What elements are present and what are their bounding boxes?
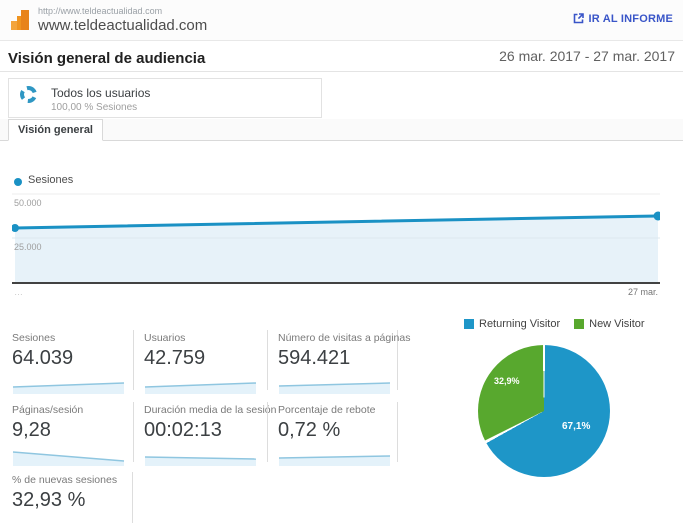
returning-visitor-label: Returning Visitor [479,318,561,330]
go-to-report-link[interactable]: IR AL INFORME [572,12,674,25]
metric-paginas-sesion: Páginas/sesión 9,28 [8,402,133,466]
metric-value: 0,72 % [278,419,341,441]
metric-label: Porcentaje de rebote [278,404,376,416]
returning-visitor-swatch [464,319,474,329]
ytick-25000: 25.000 [14,242,42,252]
sparkline-paginas-vistas [278,382,391,394]
xtick-27mar: 27 mar. [628,287,658,297]
ytick-50000: 50.000 [14,198,42,208]
metric-label: % de nuevas sesiones [12,474,118,486]
sessions-legend-label: Sesiones [28,174,74,186]
metric-paginas-vistas: Número de visitas a páginas 594.421 [267,330,411,394]
date-range[interactable]: 26 mar. 2017 - 27 mar. 2017 [499,48,675,64]
metric-value: 9,28 [12,419,51,441]
header-bar: http://www.teldeactualidad.com www.telde… [0,0,683,41]
pie-slice-label-returning: 67,1% [562,421,591,432]
tab-strip: Visión general [0,119,683,141]
metric-usuarios: Usuarios 42.759 [133,330,267,394]
analytics-dashboard: http://www.teldeactualidad.com www.telde… [0,0,683,523]
metrics-row-1: Sesiones 64.039 Usuarios 42.759 Número d… [8,330,411,394]
segment-detail: 100,00 % Sesiones [51,102,138,113]
property-title: www.teldeactualidad.com [38,17,208,34]
sparkline-rebote [278,455,391,466]
sessions-legend-dot [14,178,22,186]
sparkline-duracion [144,456,257,466]
metric-value: 594.421 [278,347,351,369]
xtick-left: … [14,287,23,297]
metric-label: Número de visitas a páginas [278,332,411,344]
metric-value: 64.039 [12,347,74,369]
metric-label: Usuarios [144,332,186,344]
analytics-logo-icon [11,10,29,30]
metric-label: Duración media de la sesión [144,404,277,416]
segment-all-users[interactable]: Todos los usuarios 100,00 % Sesiones [8,78,322,118]
metric-sesiones: Sesiones 64.039 [8,330,133,394]
legend-new-visitor: New Visitor [574,318,645,330]
metric-nuevas-sesiones: % de nuevas sesiones 32,93 % [8,472,133,523]
metric-value: 42.759 [144,347,206,369]
new-visitor-label: New Visitor [589,318,645,330]
sessions-line-chart: 50.000 25.000 … 27 mar. [12,193,660,297]
metric-duracion-media: Duración media de la sesión 00:02:13 [133,402,277,466]
sparkline-sesiones [12,382,125,394]
metric-label: Páginas/sesión [12,404,84,416]
metrics-row-3: % de nuevas sesiones 32,93 % [8,472,133,523]
metric-label: Sesiones [12,332,56,344]
metric-value: 00:02:13 [144,419,222,441]
new-visitor-swatch [574,319,585,329]
sparkline-usuarios [144,382,257,394]
segment-name: Todos los usuarios [51,86,151,100]
metric-rebote: Porcentaje de rebote 0,72 % [267,402,398,466]
pie-legend: Returning Visitor New Visitor [464,318,645,330]
metrics-row-2: Páginas/sesión 9,28 Duración media de la… [8,402,398,466]
tab-vision-general[interactable]: Visión general [8,119,103,141]
sparkline-paginas-sesion [12,451,125,466]
segment-donut-icon [20,86,37,103]
visitor-type-pie-chart: 67,1% 32,9% [478,345,610,477]
go-to-report-label: IR AL INFORME [588,12,673,25]
pie-slice-label-new: 32,9% [494,376,520,386]
metric-value: 32,93 % [12,489,86,511]
legend-returning-visitor: Returning Visitor [464,318,560,330]
sparkline-nuevas-sesiones [12,516,126,523]
open-in-new-icon [573,13,584,24]
property-url: http://www.teldeactualidad.com [38,6,163,16]
title-separator [0,71,683,72]
page-title: Visión general de audiencia [8,50,206,67]
